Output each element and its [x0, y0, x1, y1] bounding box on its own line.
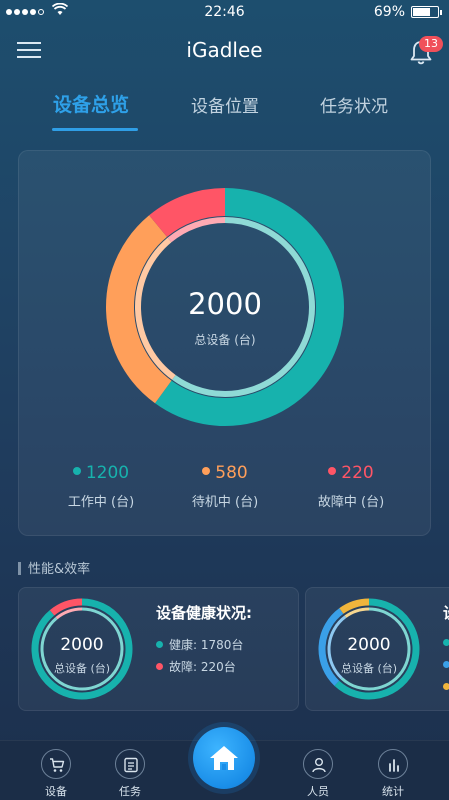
fault-dot-icon: [328, 467, 337, 475]
fault-value: 220: [341, 463, 374, 483]
working-value: 1200: [85, 463, 130, 483]
stat-working: 1200 工作中 (台): [41, 463, 161, 510]
second-card-title: 设: [443, 602, 449, 623]
nav-tasks-label: 任务: [119, 785, 141, 798]
tab-task-status[interactable]: 任务状况: [320, 92, 388, 117]
healthy-dot-icon: [156, 641, 163, 648]
task-list-icon: [124, 757, 138, 773]
device-health-card[interactable]: 2000 总设备 (台) 设备健康状况: 健康: 1780台 故障: 220台: [18, 587, 299, 711]
legend-healthy-label: 健康: 1780台: [169, 638, 244, 652]
tab-device-overview[interactable]: 设备总览: [53, 90, 129, 117]
cart-icon: [50, 758, 65, 772]
second-legend-2: [443, 658, 449, 672]
nav-devices-label: 设备: [45, 785, 67, 798]
active-tab-indicator: [52, 128, 138, 131]
health-card-title: 设备健康状况:: [156, 604, 252, 622]
home-button[interactable]: [193, 727, 255, 789]
status-bar: 22:46 69%: [0, 0, 449, 24]
standby-label: 待机中 (台): [191, 495, 259, 510]
section-title-text: 性能&效率: [28, 562, 91, 577]
standby-value: 580: [215, 463, 248, 483]
health-total-label: 总设备 (台): [53, 662, 111, 675]
health-total-value: 2000: [60, 635, 104, 655]
working-label: 工作中 (台): [67, 495, 135, 510]
second-legend-3: [443, 680, 449, 694]
nav-devices[interactable]: 设备: [31, 749, 81, 799]
device-overview-card: 2000 总设备 (台) 1200 工作中 (台) 580 待机中 (台) 22…: [18, 150, 431, 536]
home-icon: [210, 746, 238, 770]
second-card-clip: 2000 总设备 (台) 设: [305, 587, 449, 711]
notification-badge: 13: [419, 36, 443, 52]
nav-tasks[interactable]: 任务: [105, 749, 155, 799]
section-title: 性能&效率: [18, 558, 90, 577]
nav-statistics-label: 统计: [382, 785, 404, 798]
app-title: iGadlee: [186, 38, 263, 62]
legend-dot-icon: [443, 683, 449, 690]
battery-percent: 69%: [373, 4, 405, 20]
nav-statistics[interactable]: 统计: [368, 749, 418, 799]
bar-chart-icon: [389, 759, 399, 772]
second-legend-1: [443, 636, 449, 650]
total-devices-value: 2000: [188, 287, 262, 321]
nav-people-label: 人员: [307, 785, 329, 798]
fault-label: 故障中 (台): [317, 495, 385, 510]
standby-dot-icon: [202, 467, 211, 475]
legend-fault: 故障: 220台: [156, 658, 236, 675]
section-bar: [18, 562, 21, 575]
working-dot-icon: [72, 467, 81, 475]
second-total-label: 总设备 (台): [340, 662, 398, 675]
stat-standby: 580 待机中 (台): [165, 463, 285, 510]
legend-dot-icon: [443, 661, 449, 668]
second-total-value: 2000: [347, 635, 391, 655]
fault-legend-dot-icon: [156, 663, 163, 670]
second-stats-card[interactable]: 2000 总设备 (台) 设: [305, 587, 449, 711]
battery-icon: [411, 6, 442, 18]
legend-fault-label: 故障: 220台: [169, 660, 236, 674]
tab-bar: 设备总览 设备位置 任务状况: [0, 88, 449, 134]
nav-people[interactable]: 人员: [293, 749, 343, 799]
total-devices-label: 总设备 (台): [194, 333, 256, 347]
legend-healthy: 健康: 1780台: [156, 636, 243, 653]
stat-fault: 220 故障中 (台): [291, 463, 411, 510]
person-icon: [312, 758, 326, 773]
tab-device-location[interactable]: 设备位置: [191, 92, 259, 117]
legend-dot-icon: [443, 639, 449, 646]
